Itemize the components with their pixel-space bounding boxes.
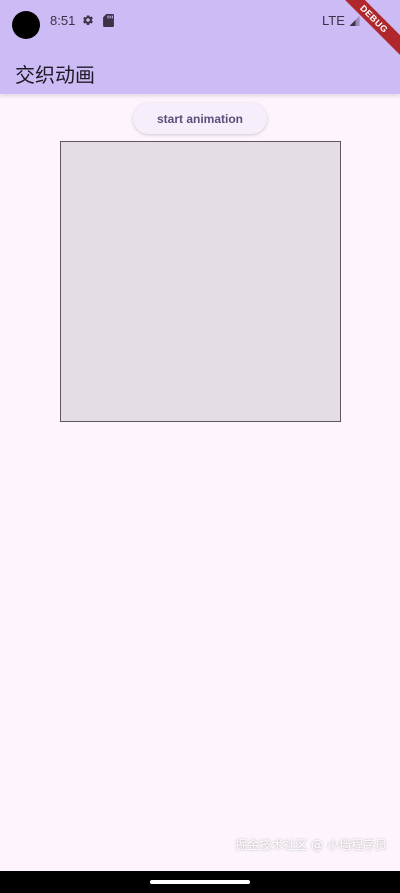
watermark-text: 掘金技术社区 @ 小墙程序员 <box>235 838 387 852</box>
start-animation-button[interactable]: start animation <box>133 103 267 134</box>
app-screen: 8:51 LTE DEBUG 交织动画 start animation 掘金技术… <box>0 0 400 893</box>
debug-banner-label: DEBUG <box>340 0 400 60</box>
sd-card-icon <box>103 14 114 27</box>
debug-banner: DEBUG <box>340 0 400 60</box>
home-indicator[interactable] <box>150 880 250 884</box>
animated-box <box>60 141 341 422</box>
gear-icon <box>83 15 93 26</box>
page-title: 交织动画 <box>15 63 95 87</box>
status-time: 8:51 <box>50 13 76 28</box>
camera-cutout <box>12 11 40 39</box>
